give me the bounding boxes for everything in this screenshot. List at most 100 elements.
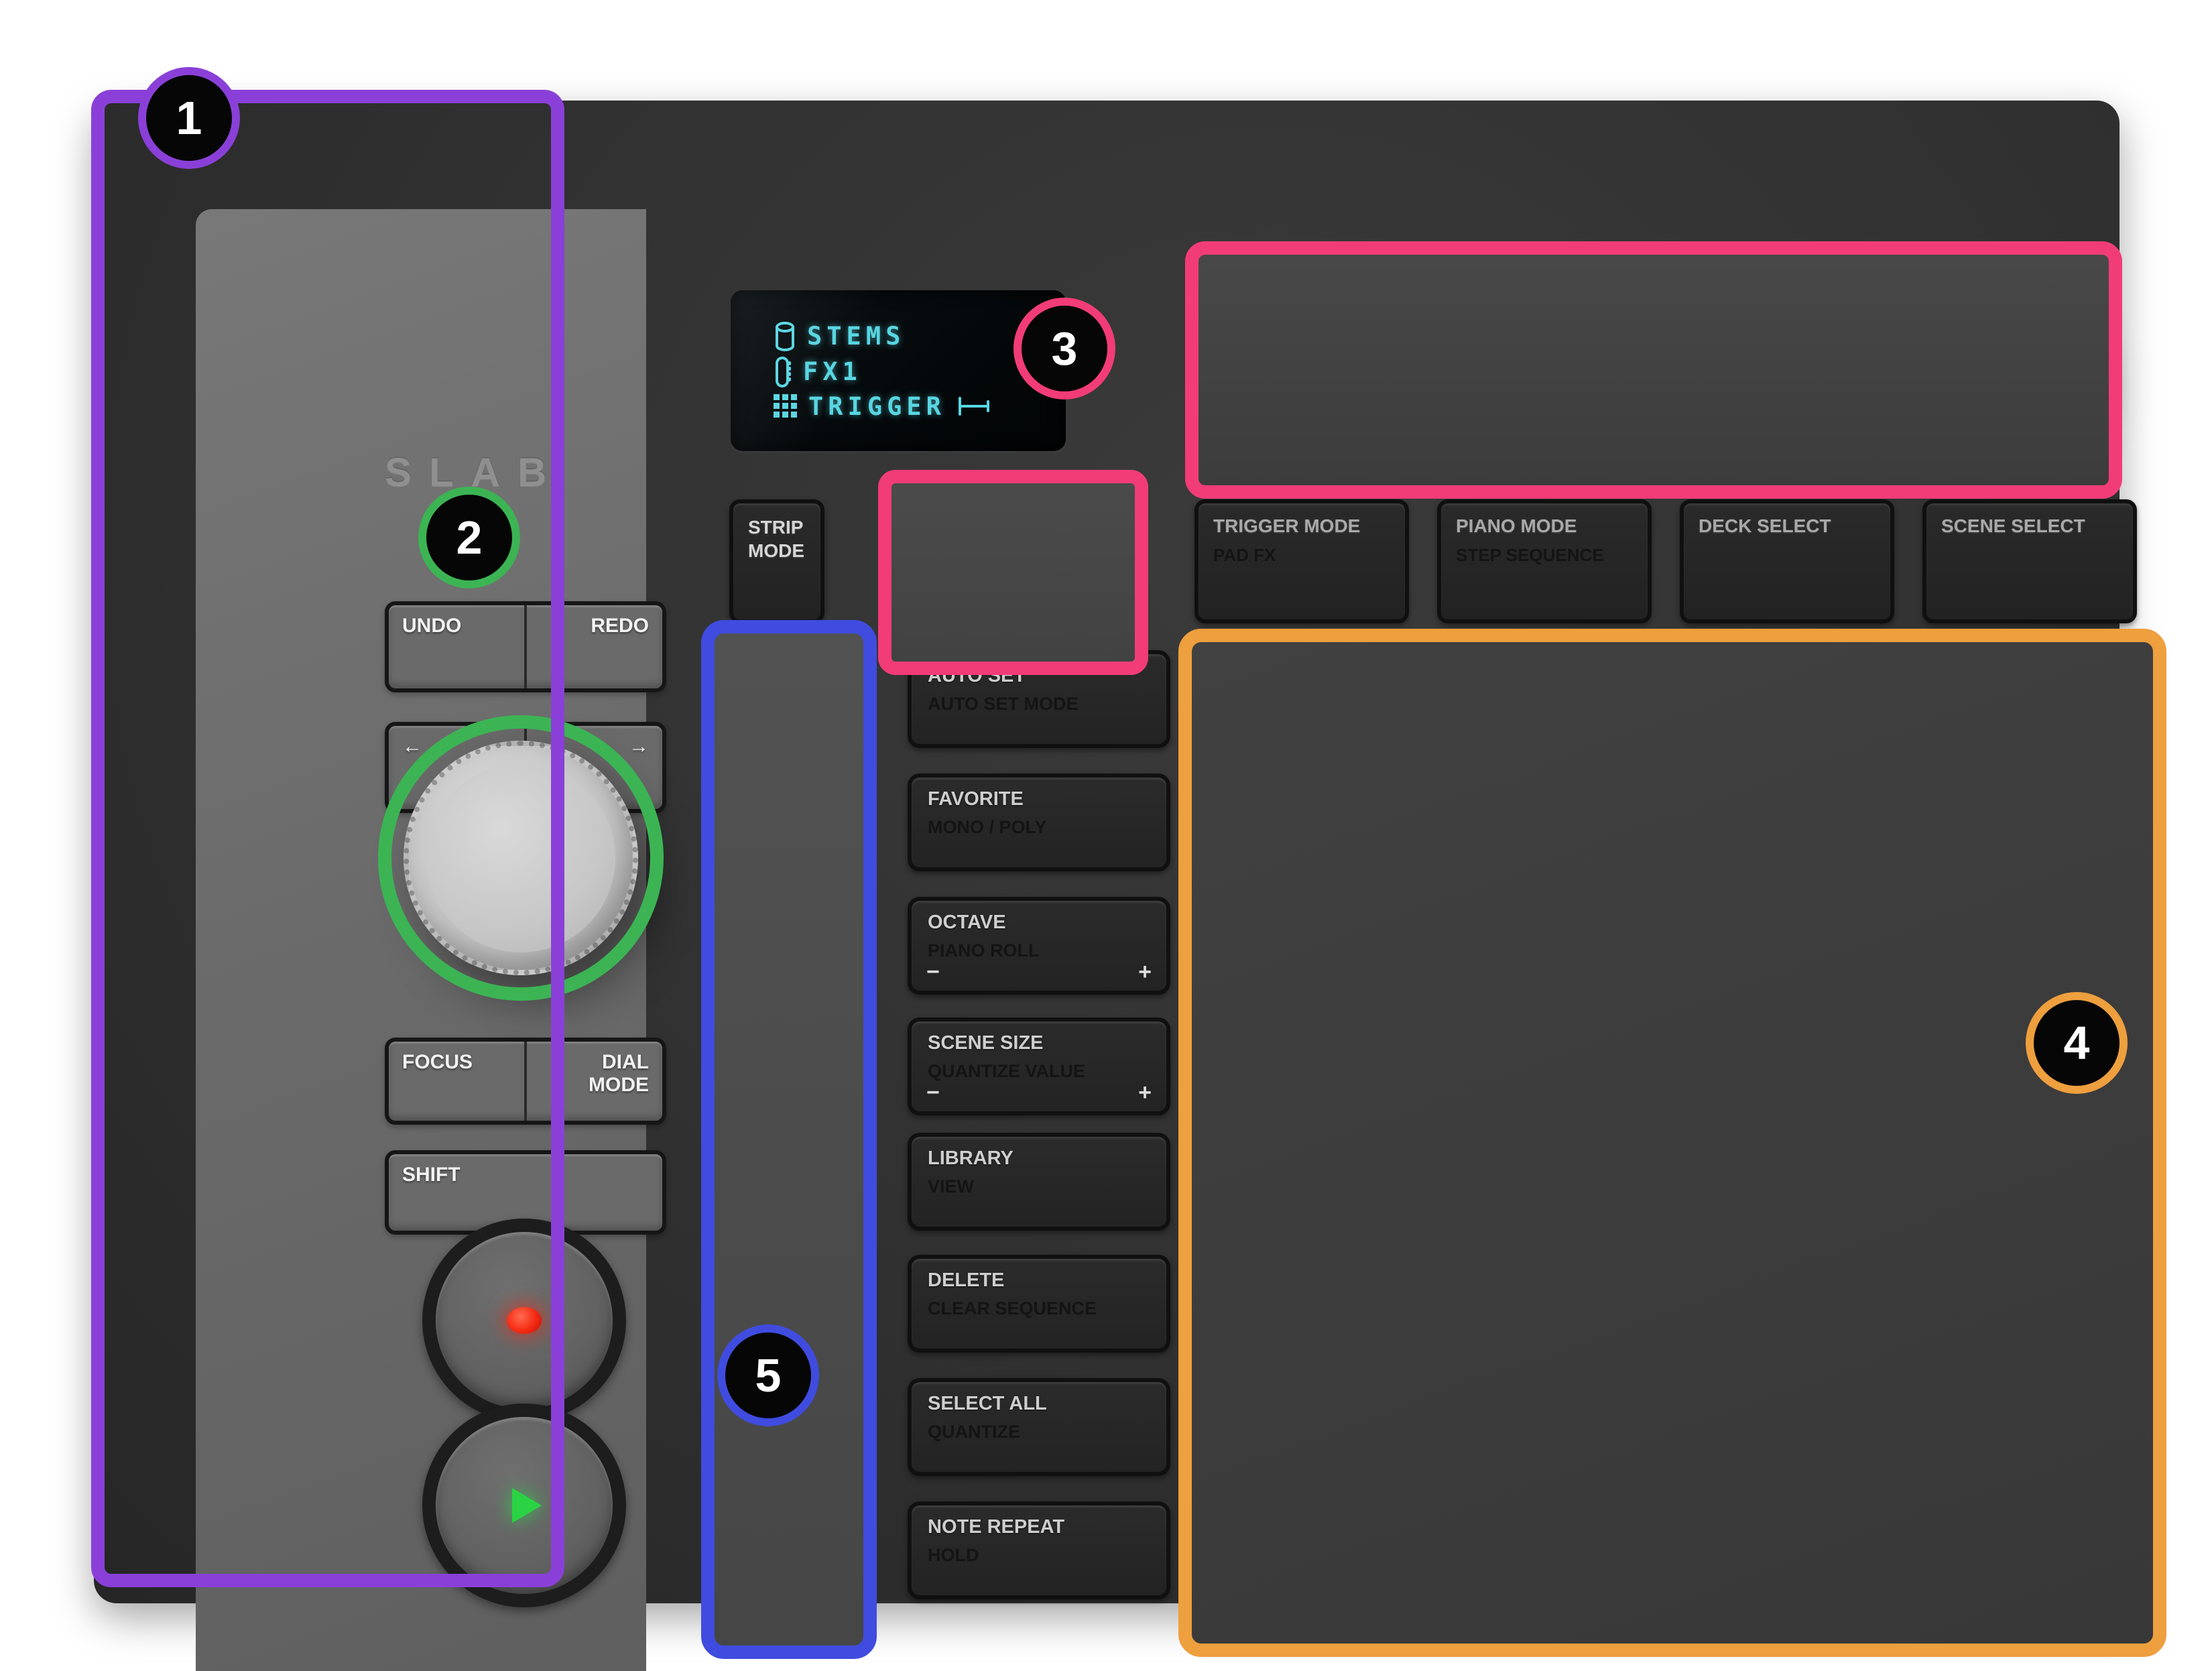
screen-line-text: FX1: [803, 357, 862, 386]
deck-select-button[interactable]: DECK SELECT: [1680, 499, 1894, 623]
pad-color-strip: [1697, 664, 1878, 698]
pads-icon: [774, 394, 798, 418]
pad-color-strip: [1697, 907, 1878, 940]
plus-button[interactable]: +: [1138, 1080, 1152, 1106]
pad-color-strip: [1938, 664, 2119, 698]
undo-button[interactable]: UNDO: [389, 605, 524, 688]
function-key-scene-size[interactable]: SCENE SIZE QUANTIZE VALUE− +: [908, 1017, 1170, 1115]
trigger-mode-sublabel: PAD FX: [1213, 545, 1390, 566]
undo-redo-key[interactable]: UNDO REDO: [385, 601, 666, 692]
pad-r3c3[interactable]: [1684, 1137, 1890, 1345]
dash-icon: [1445, 646, 1463, 652]
encoder-knob-3[interactable]: [1730, 319, 1823, 412]
focus-dialmode-key[interactable]: FOCUS DIAL MODE: [385, 1038, 666, 1125]
function-key-note-repeat[interactable]: NOTE REPEAT HOLD: [908, 1501, 1170, 1599]
touch-strip[interactable]: [729, 652, 826, 1627]
function-key-label: LIBRARY: [928, 1148, 1150, 1170]
strip-mode-label-line2: MODE: [748, 539, 806, 562]
arrow-left-icon: ←: [402, 735, 422, 757]
pad-r3c2[interactable]: [1442, 1137, 1649, 1345]
function-key-sublabel: HOLD: [928, 1545, 1150, 1566]
dial-mode-label: DIAL MODE: [589, 1051, 649, 1096]
callout-2: 2: [418, 487, 520, 589]
arrow-right-icon: →: [629, 735, 649, 757]
pad-color-strip: [1938, 1150, 2119, 1183]
strip-mode-button[interactable]: STRIP MODE: [729, 499, 824, 623]
encoder-knob-4[interactable]: [1973, 319, 2066, 412]
trigger-mode-label: TRIGGER MODE: [1213, 515, 1390, 537]
record-button[interactable]: [422, 1219, 626, 1422]
callout-5: 5: [717, 1324, 819, 1426]
function-key-library[interactable]: LIBRARY VIEW: [908, 1133, 1170, 1231]
function-key-label: SELECT ALL: [928, 1393, 1150, 1415]
screen-line-text: STEMS: [807, 322, 905, 351]
record-button-face: [436, 1232, 613, 1409]
play-button[interactable]: [422, 1404, 626, 1607]
pad-r4c3[interactable]: [1684, 1379, 1890, 1587]
pad-color-strip: [1455, 1150, 1636, 1183]
plus-button[interactable]: +: [1138, 959, 1152, 985]
encoder-knob-2[interactable]: [1487, 319, 1579, 412]
dash-icon: [925, 646, 942, 652]
callout-1: 1: [138, 67, 240, 169]
dial-mode-button[interactable]: DIAL MODE: [524, 1042, 662, 1121]
pad-color-strip: [1455, 907, 1636, 940]
pad-r3c1[interactable]: [1201, 1137, 1408, 1345]
pad-r2c3[interactable]: [1684, 894, 1890, 1102]
function-key-select-all[interactable]: SELECT ALL QUANTIZE: [908, 1378, 1170, 1476]
pad-r1c4[interactable]: [1925, 652, 2132, 859]
deck-select-label: DECK SELECT: [1699, 515, 1876, 537]
screen-line-text: TRIGGER: [808, 392, 946, 421]
piano-mode-button[interactable]: PIANO MODE STEP SEQUENCE: [1437, 499, 1652, 623]
pad-r1c3[interactable]: [1684, 652, 1890, 859]
pad-color-strip: [1697, 1150, 1878, 1183]
function-key-octave[interactable]: OCTAVE PIANO ROLL− +: [908, 897, 1170, 995]
pad-r4c2[interactable]: [1442, 1379, 1649, 1587]
pad-r1c2[interactable]: [1442, 652, 1649, 859]
encoder-mode-button[interactable]: ENCODER MODE PADS / DECK: [910, 501, 1131, 623]
encoder-mode-sublabel: PADS / DECK: [929, 547, 1113, 568]
minus-button[interactable]: −: [926, 959, 940, 985]
pad-r4c4[interactable]: [1925, 1379, 2132, 1587]
strip-mode-label-line1: STRIP: [748, 515, 806, 539]
strip-icon: [774, 356, 792, 388]
piano-mode-label: PIANO MODE: [1456, 515, 1633, 537]
deck-icon: [774, 321, 796, 352]
device-mode-shift-label: DEVICE MODE: [925, 637, 1082, 661]
main-dial[interactable]: [404, 741, 638, 975]
record-dot-icon: [507, 1307, 542, 1334]
pad-r2c1[interactable]: [1201, 894, 1408, 1102]
minus-button[interactable]: −: [926, 1080, 940, 1106]
redo-button[interactable]: REDO: [524, 605, 662, 688]
focus-button[interactable]: FOCUS: [389, 1042, 524, 1121]
scene-select-button[interactable]: SCENE SELECT: [1922, 499, 2137, 623]
callout-number: 4: [2064, 1016, 2090, 1070]
encoder-knob-1[interactable]: [1243, 319, 1336, 412]
encoder-mode-label: ENCODER MODE: [929, 517, 1113, 539]
function-key-sublabel: QUANTIZE VALUE: [928, 1061, 1150, 1082]
pad-r1c1[interactable]: [1201, 652, 1408, 859]
callout-number: 2: [456, 511, 483, 564]
strip-led: [840, 994, 856, 1001]
pad-r3c4[interactable]: [1925, 1137, 2132, 1345]
callout-number: 3: [1052, 322, 1078, 375]
pad-color-strip: [1214, 1150, 1395, 1183]
callout-number: 1: [176, 91, 202, 145]
device-mode-text: DEVICE MODE: [950, 638, 1082, 660]
pad-r2c2[interactable]: [1442, 894, 1649, 1102]
function-key-label: AUTO SET: [928, 665, 1150, 687]
function-key-auto-set[interactable]: AUTO SET AUTO SET MODE: [908, 650, 1170, 748]
pad-color-strip: [1214, 664, 1395, 698]
trigger-mode-button[interactable]: TRIGGER MODE PAD FX: [1194, 499, 1409, 623]
pad-r4c1[interactable]: [1201, 1379, 1408, 1587]
callout-4: 4: [2026, 992, 2128, 1094]
function-key-delete[interactable]: DELETE CLEAR SEQUENCE: [908, 1255, 1170, 1353]
function-key-favorite[interactable]: FAVORITE MONO / POLY: [908, 773, 1170, 871]
left-control-panel: SLAB UNDO REDO ← →: [196, 209, 646, 1671]
strip-led: [840, 1054, 856, 1062]
encoder-knob-led: [1771, 447, 1782, 458]
pad-color-strip: [1214, 907, 1395, 940]
strip-led: [840, 1296, 856, 1303]
strip-led: [840, 1235, 856, 1243]
play-in-key-text: PLAY IN KEY: [1471, 638, 1587, 660]
